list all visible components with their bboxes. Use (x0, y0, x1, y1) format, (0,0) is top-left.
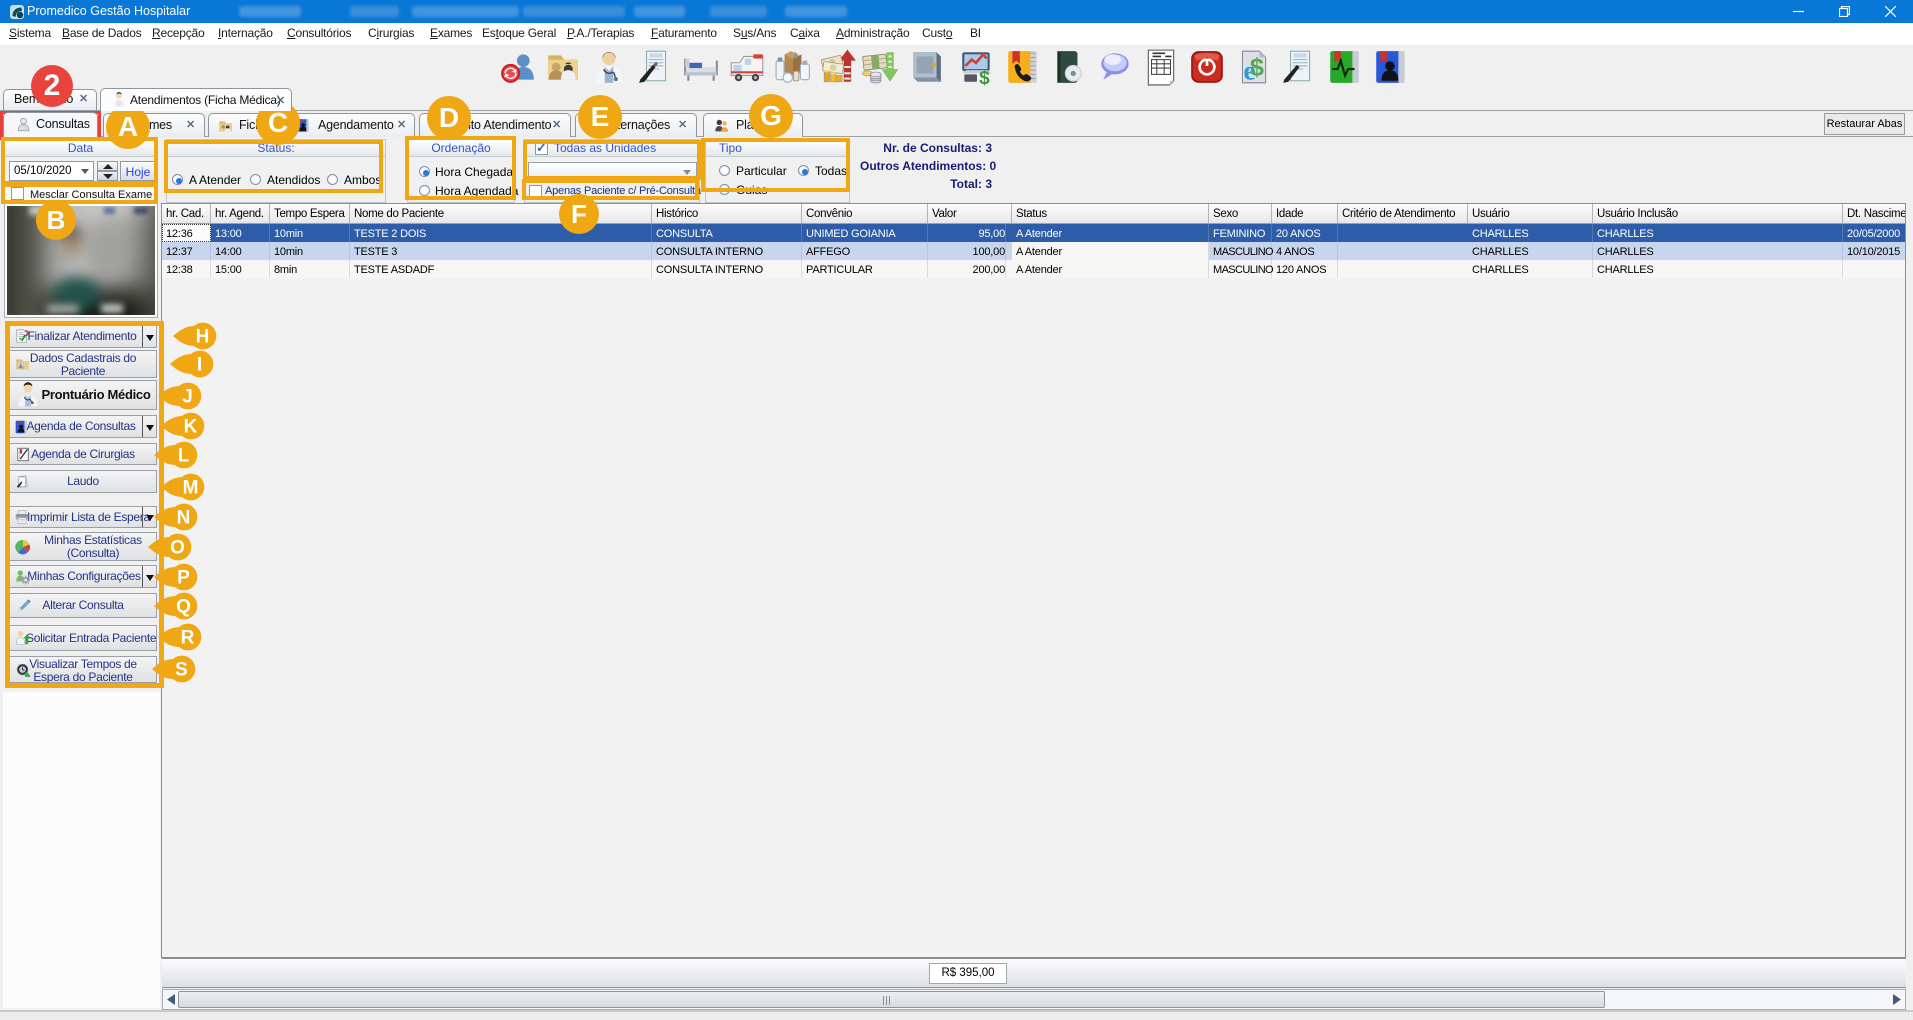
svg-text:K: K (184, 417, 198, 438)
svg-text:Q: Q (176, 597, 191, 618)
svg-text:$: $ (979, 68, 990, 86)
svg-text:J: J (182, 387, 193, 408)
svg-text:P: P (177, 568, 190, 589)
svg-text:N: N (177, 508, 191, 529)
svg-text:I: I (197, 355, 202, 376)
svg-text:M: M (183, 478, 199, 499)
svg-text:O: O (170, 538, 185, 559)
svg-text:S: S (175, 660, 188, 681)
svg-text:H: H (196, 327, 210, 348)
svg-text:L: L (178, 446, 190, 467)
svg-text:R: R (181, 628, 195, 649)
svg-text:$: $ (1250, 53, 1264, 81)
